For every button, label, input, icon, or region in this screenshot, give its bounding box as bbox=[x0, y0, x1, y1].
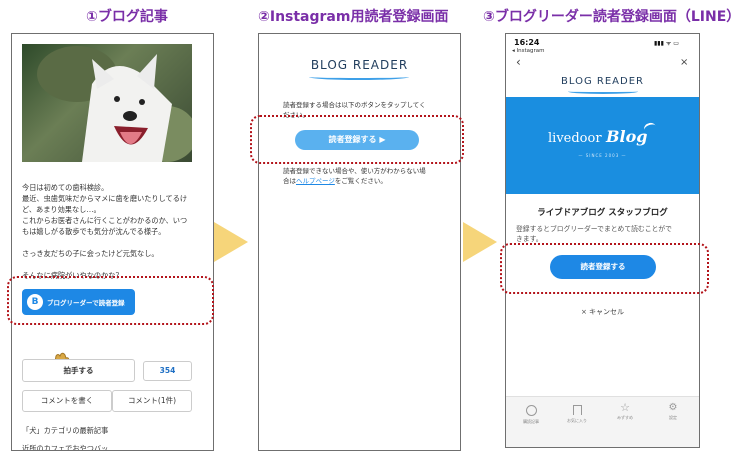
tab-label: みずすめ bbox=[617, 415, 633, 420]
category-heading: 「犬」カテゴリの最新記事 bbox=[22, 426, 109, 435]
blog-article-screen: 今日は初めての歯科検診。 最近、虫歯気味だからマメに歯を磨いたりしてるけ ど、あ… bbox=[11, 33, 214, 451]
star-icon: ☆ bbox=[620, 401, 630, 414]
dog-image-icon bbox=[37, 46, 192, 162]
banner-livedoor: livedoor bbox=[548, 131, 602, 146]
gear-icon: ⚙ bbox=[668, 402, 678, 413]
article-body: 今日は初めての歯科検診。 最近、虫歯気味だからマメに歯を磨いたりしてるけ ど、あ… bbox=[22, 182, 207, 281]
cancel-button[interactable]: × キャンセル bbox=[506, 307, 699, 317]
recent-article-link[interactable]: 近所のカフェでおやつバッ... bbox=[22, 443, 115, 450]
highlight-register-button bbox=[7, 276, 214, 325]
article-line: もは嬉しがる散歩でも気分が沈んでる様子。 bbox=[22, 227, 166, 236]
highlight-register-button-2 bbox=[250, 115, 464, 164]
highlight-register-button-3 bbox=[500, 243, 709, 294]
article-line: 最近、虫歯気味だからマメに歯を磨いたりしてるけ bbox=[22, 194, 188, 203]
tab-settings[interactable]: ⚙ 設定 bbox=[662, 402, 684, 421]
blog-reader-logo: BLOG READER bbox=[310, 58, 409, 72]
desc-line: 登録するとブログリーダーでまとめて読むことがで bbox=[516, 225, 672, 233]
clap-label: 拍手する bbox=[63, 366, 94, 375]
help-page-link[interactable]: ヘルプページ bbox=[296, 177, 335, 185]
clap-count: 354 bbox=[143, 361, 192, 381]
write-comment-button[interactable]: コメントを書く bbox=[22, 390, 112, 412]
tab-label: 設定 bbox=[669, 415, 677, 420]
dog-photo bbox=[22, 44, 192, 162]
bottom-tab-bar: 購読記事 お気に入り ☆ みずすめ ⚙ 設定 bbox=[506, 396, 699, 447]
help-text: 読者登録できない場合や、使い方がわからない場 合はヘルプページをご覧ください。 bbox=[283, 166, 453, 186]
line-register-screen: 16:24 ◂ Instagram ▮▮▮ ᯤ ▭ ‹ × BLOG READE… bbox=[505, 33, 700, 448]
step-3-title: ③ブログリーダー読者登録画面（LINE） bbox=[483, 9, 741, 25]
help-line2: 合はヘルプページをご覧ください。 bbox=[283, 176, 453, 186]
register-description: 登録するとブログリーダーでまとめて読むことがで きます。 bbox=[516, 224, 694, 244]
comment-count-button[interactable]: コメント(1件) bbox=[112, 390, 192, 412]
help-suffix: をご覧ください。 bbox=[334, 177, 387, 185]
tab-label: 購読記事 bbox=[523, 419, 539, 424]
status-back-instagram[interactable]: ◂ Instagram bbox=[512, 48, 545, 54]
step-2-title: ②Instagram用読者登録画面 bbox=[258, 9, 449, 25]
article-line: さっき友だちの子に会ったけど元気なし。 bbox=[22, 249, 159, 258]
clap-button[interactable]: 拍手する bbox=[22, 359, 135, 382]
livedoor-blog-banner: livedoor Blog — SINCE 2003 — bbox=[506, 97, 699, 194]
article-line: ど、あまり効果なし…。 bbox=[22, 205, 101, 214]
tab-recommend[interactable]: ☆ みずすめ bbox=[614, 402, 636, 421]
status-time: 16:24 bbox=[514, 38, 540, 47]
quill-icon bbox=[642, 121, 658, 135]
clock-icon bbox=[525, 405, 537, 416]
article-line: 今日は初めての歯科検診。 bbox=[22, 183, 109, 192]
step-arrow-1 bbox=[214, 222, 248, 262]
help-prefix: 合は bbox=[283, 177, 296, 185]
step-1-title: ①ブログ記事 bbox=[86, 9, 168, 25]
article-line: これからお医者さんに行くことがわかるのか、いつ bbox=[22, 216, 188, 225]
logo-underline bbox=[568, 89, 638, 94]
blog-name: ライブドアブログ スタッフブログ bbox=[537, 208, 668, 218]
tab-label: お気に入り bbox=[567, 418, 587, 423]
help-line: 読者登録できない場合や、使い方がわからない場 bbox=[283, 167, 426, 175]
instagram-register-screen: BLOG READER 読者登録する場合は以下のボタンをタップしてく ださい。 … bbox=[258, 33, 461, 451]
back-icon[interactable]: ‹ bbox=[516, 55, 521, 69]
step-arrow-2 bbox=[463, 222, 497, 262]
banner-sub: — SINCE 2003 — bbox=[578, 153, 627, 158]
intro-line: 読者登録する場合は以下のボタンをタップしてく bbox=[283, 101, 426, 109]
status-icons: ▮▮▮ ᯤ ▭ bbox=[654, 40, 679, 47]
blog-reader-logo: BLOG READER bbox=[561, 76, 644, 87]
banner-blog: Blog bbox=[606, 127, 648, 146]
logo-underline bbox=[309, 74, 409, 80]
close-icon[interactable]: × bbox=[680, 57, 688, 68]
tab-subscribed[interactable]: 購読記事 bbox=[520, 405, 542, 425]
tab-favorites[interactable]: お気に入り bbox=[566, 405, 588, 424]
bookmark-icon bbox=[572, 405, 582, 415]
